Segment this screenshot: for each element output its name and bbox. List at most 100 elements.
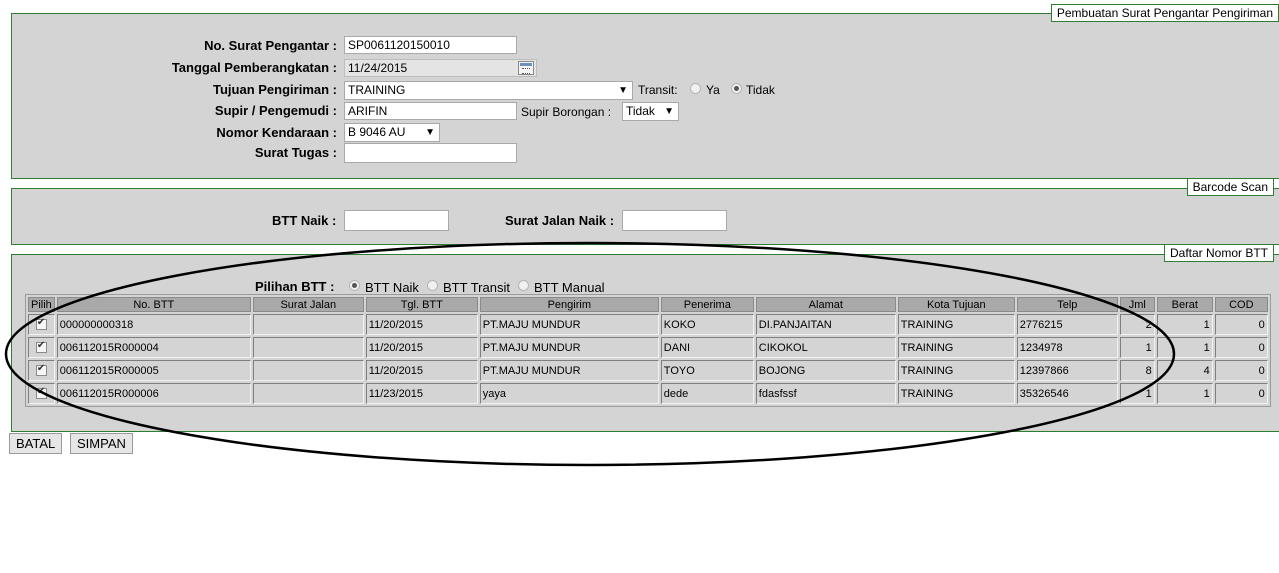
no-surat-input[interactable] (344, 36, 517, 54)
cell-alamat: DI.PANJAITAN (755, 314, 896, 335)
cell-berat: 1 (1156, 383, 1213, 404)
btt-transit-radio[interactable] (427, 280, 438, 291)
tujuan-select-value: TRAINING (348, 83, 406, 97)
cell-penerima: TOYO (660, 360, 754, 381)
btt-transit-option: BTT Transit (443, 280, 510, 295)
supir-borongan-label: Supir Borongan : (521, 105, 612, 119)
cell-kota: TRAINING (897, 383, 1015, 404)
row-checkbox-cell (28, 383, 55, 404)
simpan-button[interactable]: SIMPAN (70, 433, 133, 454)
btt-manual-radio[interactable] (518, 280, 529, 291)
col-pilih: Pilih (28, 297, 55, 312)
supir-borongan-select[interactable]: Tidak ▼ (622, 102, 679, 121)
table-row: 000000000318 11/20/2015 PT.MAJU MUNDUR K… (28, 314, 1268, 335)
cell-pengirim: PT.MAJU MUNDUR (479, 337, 659, 358)
row-checkbox[interactable] (35, 340, 47, 354)
cell-berat: 1 (1156, 314, 1213, 335)
cell-pengirim: yaya (479, 383, 659, 404)
surat-tugas-input[interactable] (344, 143, 517, 163)
cell-kota: TRAINING (897, 360, 1015, 381)
chevron-down-icon: ▼ (664, 106, 674, 117)
col-cod: COD (1214, 297, 1268, 312)
cell-penerima: dede (660, 383, 754, 404)
cell-jml: 1 (1119, 383, 1155, 404)
row-checkbox[interactable] (35, 386, 47, 400)
row-checkbox[interactable] (35, 363, 47, 377)
table-row: 006112015R000005 11/20/2015 PT.MAJU MUND… (28, 360, 1268, 381)
cell-pengirim: PT.MAJU MUNDUR (479, 314, 659, 335)
transit-ya-label: Ya (706, 83, 720, 97)
chevron-down-icon: ▼ (425, 127, 435, 138)
row-checkbox[interactable] (35, 317, 47, 331)
cell-kota: TRAINING (897, 314, 1015, 335)
kendaraan-value: B 9046 AU (348, 125, 406, 139)
cell-tgl: 11/20/2015 (365, 360, 478, 381)
cell-jml: 8 (1119, 360, 1155, 381)
row-checkbox-cell (28, 360, 55, 381)
batal-button[interactable]: BATAL (9, 433, 63, 454)
cell-no-btt: 000000000318 (56, 314, 251, 335)
tanggal-label: Tanggal Pemberangkatan : (171, 60, 337, 75)
cell-no-btt: 006112015R000006 (56, 383, 251, 404)
cell-surat-jalan (252, 360, 364, 381)
supir-input[interactable] (344, 102, 517, 120)
cell-penerima: DANI (660, 337, 754, 358)
col-surat-jalan: Surat Jalan (252, 297, 364, 312)
col-telp: Telp (1016, 297, 1118, 312)
cell-cod: 0 (1214, 360, 1268, 381)
cell-jml: 1 (1119, 337, 1155, 358)
col-jml: Jml (1119, 297, 1155, 312)
btt-naik-input[interactable] (344, 210, 449, 231)
btt-manual-option: BTT Manual (534, 280, 605, 295)
col-no-btt: No. BTT (56, 297, 251, 312)
cell-tgl: 11/20/2015 (365, 337, 478, 358)
cell-tgl: 11/20/2015 (365, 314, 478, 335)
calendar-icon[interactable] (518, 61, 534, 75)
transit-ya-radio[interactable] (690, 83, 701, 94)
cell-tgl: 11/23/2015 (365, 383, 478, 404)
btt-table: Pilih No. BTT Surat Jalan Tgl. BTT Pengi… (25, 294, 1271, 407)
cell-alamat: CIKOKOL (755, 337, 896, 358)
surat-jalan-naik-input[interactable] (622, 210, 727, 231)
row-checkbox-cell (28, 337, 55, 358)
kendaraan-select[interactable]: B 9046 AU ▼ (344, 123, 440, 142)
cell-alamat: fdasfssf (755, 383, 896, 404)
col-alamat: Alamat (755, 297, 896, 312)
btt-naik-radio[interactable] (349, 280, 360, 291)
col-berat: Berat (1156, 297, 1213, 312)
tujuan-label: Tujuan Pengiriman : (213, 82, 337, 97)
cell-telp: 12397866 (1016, 360, 1118, 381)
supir-label: Supir / Pengemudi : (214, 103, 337, 118)
table-header-row: Pilih No. BTT Surat Jalan Tgl. BTT Pengi… (28, 297, 1268, 312)
transit-tidak-label: Tidak (746, 83, 775, 97)
btt-naik-label: BTT Naik : (272, 213, 337, 228)
cell-kota: TRAINING (897, 337, 1015, 358)
kendaraan-label: Nomor Kendaraan : (216, 125, 337, 140)
transit-label: Transit: (638, 83, 678, 97)
cell-surat-jalan (252, 383, 364, 404)
no-surat-label: No. Surat Pengantar : (204, 38, 337, 53)
cell-telp: 35326546 (1016, 383, 1118, 404)
cell-jml: 2 (1119, 314, 1155, 335)
tujuan-select[interactable]: TRAINING ▼ (344, 81, 633, 100)
supir-borongan-value: Tidak (626, 104, 655, 118)
row-checkbox-cell (28, 314, 55, 335)
cell-no-btt: 006112015R000004 (56, 337, 251, 358)
cell-penerima: KOKO (660, 314, 754, 335)
col-kota-tujuan: Kota Tujuan (897, 297, 1015, 312)
cell-telp: 2776215 (1016, 314, 1118, 335)
table-row: 006112015R000006 11/23/2015 yaya dede fd… (28, 383, 1268, 404)
cell-berat: 1 (1156, 337, 1213, 358)
surat-tugas-label: Surat Tugas : (254, 145, 337, 160)
transit-tidak-radio[interactable] (731, 83, 742, 94)
col-tgl-btt: Tgl. BTT (365, 297, 478, 312)
pilihan-btt-label: Pilihan BTT : (255, 279, 335, 294)
surat-jalan-naik-label: Surat Jalan Naik : (505, 213, 615, 228)
surat-pengantar-legend: Pembuatan Surat Pengantar Pengiriman (1050, 4, 1279, 22)
cell-cod: 0 (1214, 337, 1268, 358)
cell-pengirim: PT.MAJU MUNDUR (479, 360, 659, 381)
cell-no-btt: 006112015R000005 (56, 360, 251, 381)
daftar-btt-legend: Daftar Nomor BTT (1163, 244, 1274, 262)
cell-telp: 1234978 (1016, 337, 1118, 358)
cell-surat-jalan (252, 337, 364, 358)
